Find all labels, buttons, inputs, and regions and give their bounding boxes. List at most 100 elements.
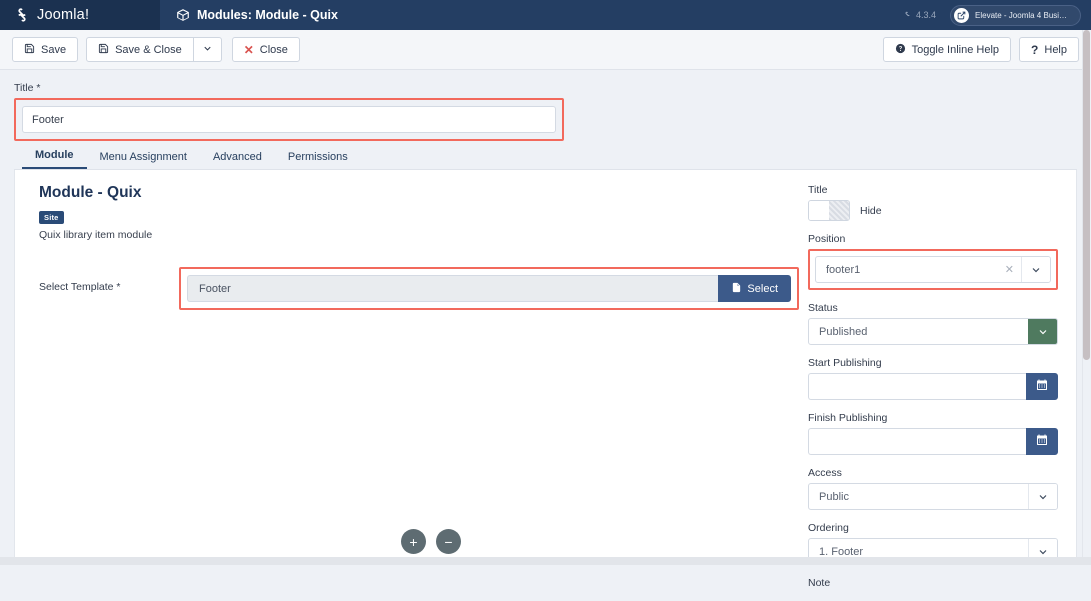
- finish-publishing-field: [808, 428, 1058, 455]
- help-button-label: Help: [1044, 44, 1067, 56]
- toggle-track: [829, 201, 849, 220]
- calendar-icon: [1036, 434, 1048, 449]
- note-label: Note: [808, 577, 1058, 589]
- brand-label: Joomla!: [37, 7, 89, 23]
- finish-publishing-group: Finish Publishing: [808, 412, 1058, 455]
- select-template-row: Select Template * Select: [39, 267, 799, 310]
- template-input-group: Select: [187, 275, 791, 302]
- save-button[interactable]: Save: [12, 37, 78, 62]
- joomla-logo-icon: [14, 7, 30, 23]
- save-close-button-group: Save & Close: [86, 37, 222, 62]
- vertical-scrollbar-thumb[interactable]: [1083, 30, 1090, 360]
- joomla-mark-icon: [903, 11, 912, 20]
- title-field-block: Title *: [14, 82, 564, 141]
- access-value: Public: [809, 484, 1028, 509]
- title-input[interactable]: [22, 106, 556, 133]
- calendar-icon: [1036, 379, 1048, 394]
- user-label: Elevate - Joomla 4 Business...: [975, 11, 1071, 20]
- ordering-label: Ordering: [808, 522, 1058, 534]
- module-main-column: Module - Quix Site Quix library item mod…: [39, 184, 799, 310]
- position-group: Position footer1 ✕: [808, 233, 1058, 290]
- title-show-hide-toggle[interactable]: [808, 200, 850, 221]
- tab-module[interactable]: Module: [22, 149, 87, 169]
- toggle-knob: [809, 201, 829, 220]
- access-label: Access: [808, 467, 1058, 479]
- floppy-disk-icon: [98, 43, 109, 57]
- position-annotation-highlight: footer1 ✕: [808, 249, 1058, 290]
- file-icon: [731, 282, 742, 296]
- toolbar: Save Save & Close ✕ Close: [0, 30, 1091, 70]
- chevron-down-icon[interactable]: [1021, 257, 1050, 282]
- help-button[interactable]: ? Help: [1019, 37, 1079, 62]
- version-label: 4.3.4: [916, 10, 936, 20]
- position-value: footer1: [816, 257, 998, 282]
- select-template-button-label: Select: [747, 283, 778, 295]
- brand-area[interactable]: Joomla!: [0, 0, 160, 30]
- close-button[interactable]: ✕ Close: [232, 37, 300, 62]
- save-options-dropdown-button[interactable]: [193, 37, 222, 62]
- x-icon: ✕: [244, 44, 254, 56]
- chevron-down-icon[interactable]: [1028, 319, 1057, 344]
- finish-publishing-label: Finish Publishing: [808, 412, 1058, 424]
- start-publishing-calendar-button[interactable]: [1026, 373, 1058, 400]
- start-publishing-field: [808, 373, 1058, 400]
- module-edit-panel: Module - Quix Site Quix library item mod…: [14, 170, 1077, 558]
- toggle-inline-help-button[interactable]: Toggle Inline Help: [883, 37, 1011, 62]
- top-bar: Joomla! Modules: Module - Quix 4.3.4 Ele…: [0, 0, 1091, 30]
- select-template-label: Select Template *: [39, 267, 179, 293]
- position-label: Position: [808, 233, 1058, 245]
- start-publishing-label: Start Publishing: [808, 357, 1058, 369]
- horizontal-scrollbar[interactable]: [0, 557, 1091, 565]
- question-circle-icon: [895, 43, 906, 57]
- chevron-down-icon[interactable]: [1028, 484, 1057, 509]
- module-heading: Module - Quix: [39, 184, 799, 202]
- tab-bar: Module Menu Assignment Advanced Permissi…: [14, 143, 1077, 170]
- tab-menu-assignment[interactable]: Menu Assignment: [87, 151, 200, 169]
- add-row-button[interactable]: +: [401, 529, 426, 554]
- status-label: Status: [808, 302, 1058, 314]
- topbar-right-actions: 4.3.4 Elevate - Joomla 4 Business...: [903, 5, 1091, 26]
- access-select[interactable]: Public: [808, 483, 1058, 510]
- sidebar-title-label: Title: [808, 184, 1058, 196]
- left-rail: [0, 70, 14, 565]
- template-annotation-highlight: Select: [179, 267, 799, 310]
- note-group: Note: [808, 577, 1058, 589]
- status-value: Published: [809, 319, 1028, 344]
- module-description: Quix library item module: [39, 229, 799, 241]
- toggle-inline-help-label: Toggle Inline Help: [912, 44, 999, 56]
- vertical-scrollbar[interactable]: [1082, 30, 1091, 557]
- title-toggle-label: Hide: [860, 205, 882, 217]
- tab-advanced[interactable]: Advanced: [200, 151, 275, 169]
- page-title-label: Modules: Module - Quix: [197, 8, 338, 22]
- row-controls: + −: [39, 529, 823, 554]
- template-input[interactable]: [187, 275, 718, 302]
- position-select[interactable]: footer1 ✕: [815, 256, 1051, 283]
- remove-row-button[interactable]: −: [436, 529, 461, 554]
- clear-x-icon[interactable]: ✕: [998, 257, 1021, 282]
- module-sidebar: Title Hide Position footer1 ✕: [808, 184, 1058, 601]
- status-select[interactable]: Published: [808, 318, 1058, 345]
- start-publishing-group: Start Publishing: [808, 357, 1058, 400]
- external-link-icon: [954, 8, 969, 23]
- finish-publishing-input[interactable]: [808, 428, 1026, 455]
- finish-publishing-calendar-button[interactable]: [1026, 428, 1058, 455]
- title-field-label: Title *: [14, 82, 564, 94]
- save-and-close-button[interactable]: Save & Close: [86, 37, 194, 62]
- cube-icon: [176, 8, 190, 22]
- close-button-label: Close: [260, 44, 288, 56]
- title-annotation-highlight: [14, 98, 564, 141]
- title-visibility-row: Hide: [808, 200, 1058, 221]
- chevron-down-icon: [202, 43, 213, 57]
- select-template-button[interactable]: Select: [718, 275, 791, 302]
- status-group: Status Published: [808, 302, 1058, 345]
- toolbar-help-actions: Toggle Inline Help ? Help: [883, 37, 1079, 62]
- status-badge: Site: [39, 211, 64, 224]
- version-indicator: 4.3.4: [903, 10, 936, 20]
- floppy-disk-icon: [24, 43, 35, 57]
- tab-permissions[interactable]: Permissions: [275, 151, 361, 169]
- access-group: Access Public: [808, 467, 1058, 510]
- start-publishing-input[interactable]: [808, 373, 1026, 400]
- user-menu[interactable]: Elevate - Joomla 4 Business...: [950, 5, 1081, 26]
- question-mark-icon: ?: [1031, 43, 1038, 57]
- save-and-close-label: Save & Close: [115, 44, 182, 56]
